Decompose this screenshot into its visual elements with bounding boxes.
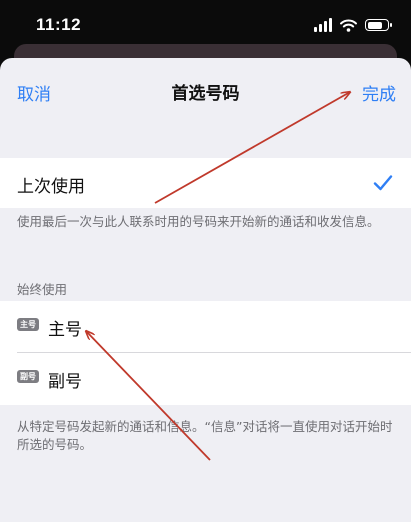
always-use-footer: 从特定号码发起新的通话和信息。“信息”对话将一直使用对话开始时所选的号码。	[17, 419, 393, 452]
last-used-option[interactable]: 上次使用	[0, 158, 411, 208]
last-used-label: 上次使用	[17, 177, 85, 197]
status-time: 11:12	[36, 15, 82, 34]
status-icons	[314, 17, 392, 33]
preferred-number-sheet: 取消 首选号码 完成 上次使用 使用最后一次与此人联系时用的号码来开始新的通话和…	[0, 58, 411, 522]
checkmark-icon	[373, 175, 393, 191]
always-use-header: 始终使用	[17, 282, 68, 297]
wifi-icon	[340, 19, 357, 32]
sim-badge-icon: 副号	[17, 370, 39, 383]
secondary-number-option[interactable]: 副号 副号	[0, 353, 411, 405]
primary-number-label: 主号	[48, 320, 82, 340]
navigation-bar: 取消 首选号码 完成	[0, 58, 411, 122]
always-use-group: 主号 主号 副号 副号	[0, 301, 411, 405]
last-used-group: 上次使用	[0, 158, 411, 208]
primary-number-option[interactable]: 主号 主号	[0, 301, 411, 353]
sim-badge-icon: 主号	[17, 318, 39, 331]
signal-icon	[314, 18, 332, 32]
page-title: 首选号码	[171, 84, 240, 104]
battery-icon	[365, 19, 392, 31]
last-used-footer: 使用最后一次与此人联系时用的号码来开始新的通话和收发信息。	[17, 214, 380, 229]
done-button[interactable]: 完成	[362, 80, 396, 105]
secondary-number-label: 副号	[48, 372, 82, 392]
